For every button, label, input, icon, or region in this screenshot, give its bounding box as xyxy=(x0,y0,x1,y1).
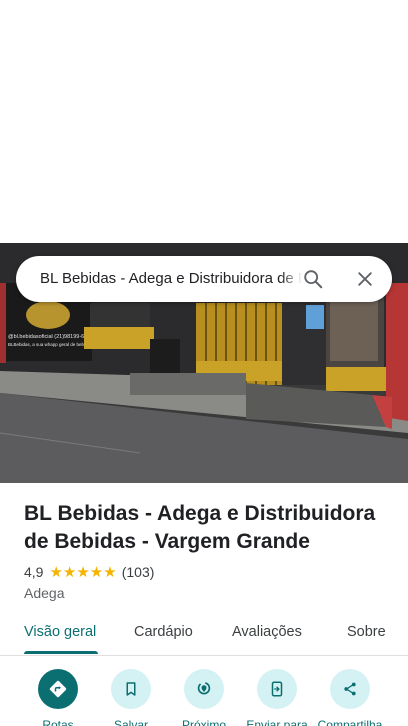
sign-line-1: @bl.bebidasoficial (21)98199-6541 xyxy=(8,334,93,340)
tab-reviews[interactable]: Avaliações xyxy=(232,612,302,656)
rating-value: 4,9 xyxy=(24,564,44,580)
save-button[interactable]: Salvar xyxy=(94,669,168,726)
place-category[interactable]: Adega xyxy=(24,584,64,602)
close-icon xyxy=(358,272,372,286)
send-to-phone-icon xyxy=(271,681,283,697)
clear-search-button[interactable] xyxy=(350,264,380,294)
place-title: BL Bebidas - Adega e Distribuidora de Be… xyxy=(24,502,376,553)
star-rating-icon: ★★★★★ xyxy=(49,564,117,581)
review-count[interactable]: (103) xyxy=(122,564,155,580)
sign-line-2: BLBebidas, a sua whapp geral de bebidas xyxy=(8,342,93,347)
active-tab-indicator xyxy=(24,651,98,654)
nearby-label: Próximo xyxy=(181,718,226,726)
search-button[interactable] xyxy=(298,264,328,294)
logo-emblem xyxy=(26,301,70,329)
save-label: Salvar xyxy=(113,718,148,726)
search-bar[interactable]: BL Bebidas - Adega e Distribuidora de Be… xyxy=(16,256,392,302)
bookmark-icon xyxy=(126,682,136,696)
directions-button[interactable]: Rotas xyxy=(21,669,95,726)
search-icon xyxy=(304,270,323,289)
nearby-button[interactable]: Próximo xyxy=(167,669,241,726)
tab-about[interactable]: Sobre xyxy=(347,612,386,656)
place-tabs: Visão geral Cardápio Avaliações Sobre xyxy=(0,612,408,656)
search-query[interactable]: BL Bebidas - Adega e Distribuidora de Be… xyxy=(40,256,302,302)
rating-row[interactable]: 4,9 ★★★★★ (103) xyxy=(24,562,154,582)
tab-overview[interactable]: Visão geral xyxy=(24,612,96,656)
share-button[interactable]: Compartilha xyxy=(313,669,387,726)
action-buttons: Rotas Salvar Próximo Enviar para Compart… xyxy=(0,657,408,726)
send-to-phone-button[interactable]: Enviar para xyxy=(240,669,314,726)
nearby-icon xyxy=(197,681,211,695)
send-to-phone-label: Enviar para xyxy=(246,718,308,726)
share-icon xyxy=(344,682,356,696)
share-label: Compartilha xyxy=(317,718,383,726)
map-area-blank xyxy=(0,0,408,243)
directions-label: Rotas xyxy=(42,718,74,726)
directions-icon xyxy=(49,680,67,698)
tab-menu[interactable]: Cardápio xyxy=(134,612,193,656)
